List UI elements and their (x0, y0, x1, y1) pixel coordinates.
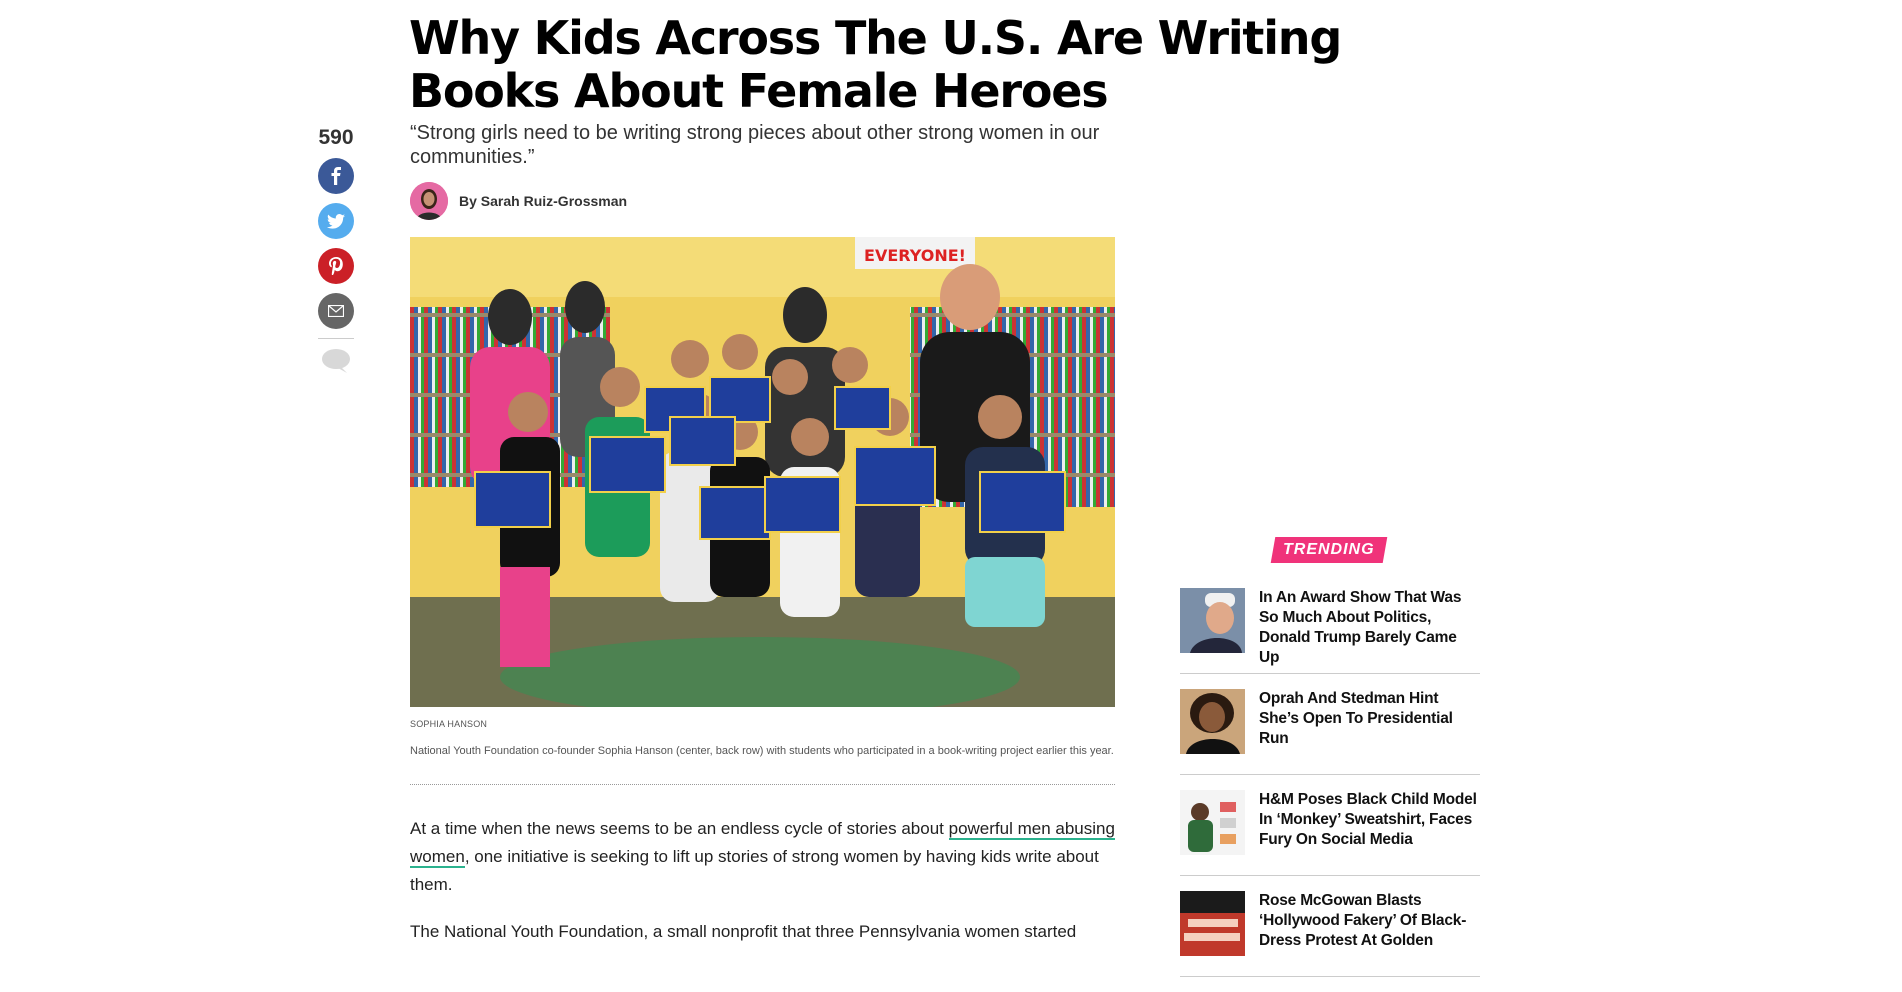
comment-button[interactable] (318, 348, 354, 379)
trending-title[interactable]: H&M Poses Black Child Model In ‘Monkey’ … (1259, 790, 1480, 850)
trending-thumbnail[interactable] (1180, 790, 1245, 855)
trending-list: In An Award Show That Was So Much About … (1180, 588, 1480, 992)
trending-thumbnail[interactable] (1180, 689, 1245, 754)
email-share-button[interactable] (318, 293, 354, 329)
body-paragraph-2: The National Youth Foundation, a small n… (410, 922, 1077, 941)
svg-text:EVERYONE!: EVERYONE! (864, 246, 966, 265)
caption-divider (410, 784, 1115, 785)
author-avatar[interactable] (410, 182, 448, 220)
share-count: 590 (318, 126, 354, 149)
trending-item[interactable]: H&M Poses Black Child Model In ‘Monkey’ … (1180, 790, 1480, 876)
trending-title[interactable]: Oprah And Stedman Hint She’s Open To Pre… (1259, 689, 1480, 749)
trending-item[interactable]: Oprah And Stedman Hint She’s Open To Pre… (1180, 689, 1480, 775)
article-headline: Why Kids Across The U.S. Are Writing Boo… (409, 11, 1342, 118)
twitter-icon (327, 213, 345, 229)
trending-title[interactable]: Rose McGowan Blasts ‘Hollywood Fakery’ O… (1259, 891, 1480, 951)
body-paragraph-1: At a time when the news seems to be an e… (410, 815, 1115, 899)
facebook-icon (330, 167, 342, 185)
trending-item[interactable]: Rose McGowan Blasts ‘Hollywood Fakery’ O… (1180, 891, 1480, 977)
pinterest-icon (329, 257, 343, 275)
trending-item[interactable]: In An Award Show That Was So Much About … (1180, 588, 1480, 674)
trending-label: TRENDING (1270, 537, 1388, 563)
trending-thumbnail[interactable] (1180, 588, 1245, 653)
rail-divider (318, 338, 354, 339)
trending-thumbnail[interactable] (1180, 891, 1245, 956)
comment-icon (321, 348, 351, 379)
trending-label-text: TRENDING (1283, 541, 1375, 558)
facebook-share-button[interactable] (318, 158, 354, 194)
author-name[interactable]: By Sarah Ruiz-Grossman (459, 193, 627, 209)
email-icon (328, 305, 344, 317)
byline: By Sarah Ruiz-Grossman (410, 182, 627, 220)
trending-title[interactable]: In An Award Show That Was So Much About … (1259, 588, 1480, 668)
pinterest-share-button[interactable] (318, 248, 354, 284)
twitter-share-button[interactable] (318, 203, 354, 239)
article-hero-image: EVERYONE! (410, 237, 1115, 707)
share-rail: 590 (314, 124, 358, 377)
image-caption: National Youth Foundation co-founder Sop… (410, 745, 1114, 757)
body-text: , one initiative is seeking to lift up s… (410, 847, 1099, 894)
image-credit: SOPHIA HANSON (410, 719, 488, 729)
article-subhead: “Strong girls need to be writing strong … (410, 122, 1100, 168)
body-text: At a time when the news seems to be an e… (410, 819, 949, 838)
